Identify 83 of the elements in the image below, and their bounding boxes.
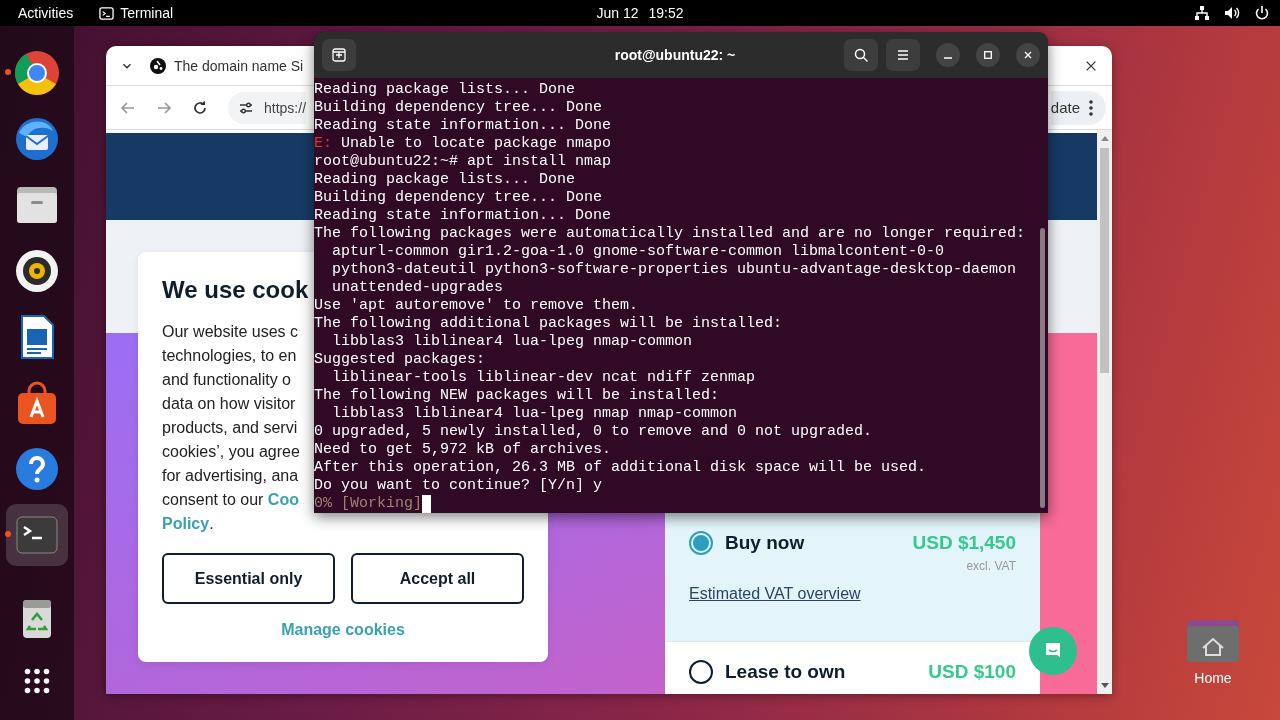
radio-button[interactable] — [689, 531, 713, 555]
menu-button[interactable] — [886, 39, 920, 71]
reload-icon[interactable] — [192, 99, 208, 116]
network-icon[interactable] — [1194, 5, 1210, 21]
folder-label[interactable]: Home — [1194, 670, 1232, 686]
terminal-line: Need to get 5,972 kB of archives. — [314, 441, 613, 459]
address-bar[interactable]: https:// — [228, 91, 307, 124]
option-label: Buy now — [725, 532, 805, 554]
mail-icon[interactable] — [13, 115, 61, 163]
terminal-line: Reading package lists... Done — [314, 171, 577, 189]
update-button[interactable]: date — [1050, 90, 1106, 125]
site-logo-icon — [150, 57, 166, 74]
terminal-line: E: Unable to locate package nmapo — [314, 135, 613, 153]
dialog-title: We use cook — [162, 276, 309, 304]
browser-icon[interactable] — [13, 49, 61, 97]
terminal-icon — [99, 5, 115, 21]
menu-icon — [895, 47, 911, 63]
more-options-icon[interactable] — [1088, 98, 1094, 117]
back-icon[interactable] — [120, 99, 136, 116]
maximize-button[interactable] — [976, 43, 1000, 67]
scroll-up-icon[interactable] — [1099, 134, 1110, 142]
paragraph-text: and functionality o — [162, 371, 291, 388]
clock[interactable]: Jun 12 19:52 — [590, 5, 690, 21]
window-title: root@ubuntu22: ~ — [613, 47, 737, 63]
close-button[interactable] — [1016, 43, 1040, 67]
scroll-down-icon[interactable] — [1099, 682, 1110, 690]
terminal-line: The following packages were automatically installed and are no longer required: — [314, 225, 1027, 243]
terminal-line: Reading state information... Done — [314, 117, 613, 135]
search-button[interactable] — [844, 39, 878, 71]
activities-button[interactable]: Activities — [18, 5, 74, 21]
terminal-line: Suggested packages: — [314, 351, 487, 369]
volume-icon[interactable] — [1224, 5, 1240, 21]
terminal-line: root@ubuntu22:~# apt install nmap — [314, 153, 613, 171]
new-tab-button[interactable] — [322, 39, 356, 71]
terminal-line: libblas3 liblinear4 lua-lpeg nmap nmap-common — [331, 405, 739, 423]
paragraph-text: Our website uses c — [162, 323, 299, 340]
terminal-line: Building dependency tree... Done — [314, 189, 604, 207]
terminal-line: unattended-upgrades — [331, 279, 505, 297]
scrollbar-thumb[interactable] — [1040, 228, 1045, 508]
price: USD $1,450 — [912, 532, 1016, 554]
terminal-line: python3-dateutil python3-software-properties ubuntu-advantage-desktop-daemon — [331, 261, 1018, 279]
help-icon[interactable] — [13, 445, 61, 493]
minimize-icon — [944, 57, 952, 59]
terminal-line: 0 upgraded, 5 newly installed, 0 to remove and 0 not upgraded. — [314, 423, 874, 441]
paragraph-text: consent to our — [162, 491, 265, 508]
terminal-line: Use 'apt autoremove' to remove them. — [314, 297, 640, 315]
radio-button[interactable] — [689, 660, 713, 684]
vat-overview-link[interactable]: Estimated VAT overview — [689, 585, 861, 603]
power-icon[interactable] — [1254, 5, 1270, 21]
minimize-button[interactable] — [936, 43, 960, 67]
paragraph-text: data on how visitor — [162, 395, 296, 412]
speaker-icon[interactable] — [13, 247, 61, 295]
app-menu[interactable]: Terminal — [99, 5, 174, 21]
close-icon — [1024, 51, 1032, 59]
consent-button[interactable]: Accept all — [351, 553, 524, 604]
terminal-line: apturl-common gir1.2-goa-1.0 gnome-software-common libmalcontent-0-0 — [331, 243, 946, 261]
text-cursor — [422, 495, 432, 513]
paragraph-text: technologies, to en — [162, 347, 297, 364]
terminal-line: After this operation, 26.3 MB of additional disk space will be used. — [314, 459, 928, 477]
paragraph-text: . — [209, 515, 214, 532]
terminal-line: Do you want to continue? [Y/n] y — [314, 477, 604, 495]
browser-tab[interactable]: The domain name Si — [150, 57, 304, 74]
terminal-line: The following additional packages will be installed: — [314, 315, 784, 333]
consent-button[interactable]: Essential only — [162, 553, 335, 604]
terminal-line: 0% [Working] — [314, 495, 1048, 513]
terminal-line: liblinear-tools liblinear-dev ncat ndiff zenmap — [331, 369, 757, 387]
price: USD $100 — [928, 661, 1016, 683]
maximize-icon — [984, 51, 992, 59]
price-note: excl. VAT — [965, 559, 1016, 573]
paragraph-text: cookies’, you agree — [162, 443, 300, 460]
paragraph-text: for advertising, ana — [162, 467, 299, 484]
new-tab-icon — [331, 47, 347, 63]
terminal-line: Building dependency tree... Done — [314, 99, 604, 117]
scrollbar-thumb[interactable] — [1100, 148, 1109, 373]
terminal-line: libblas3 liblinear4 lua-lpeg nmap-common — [331, 333, 694, 351]
terminal-line: The following NEW packages will be installed: — [314, 387, 721, 405]
forward-icon[interactable] — [156, 99, 172, 116]
search-icon — [853, 47, 869, 63]
terminal-line: Reading package lists... Done — [314, 81, 577, 99]
option-label: Lease to own — [725, 661, 846, 683]
scrollbar[interactable] — [1097, 130, 1112, 694]
paragraph-text: products, and servi — [162, 419, 298, 436]
terminal-line: Reading state information... Done — [314, 207, 613, 225]
